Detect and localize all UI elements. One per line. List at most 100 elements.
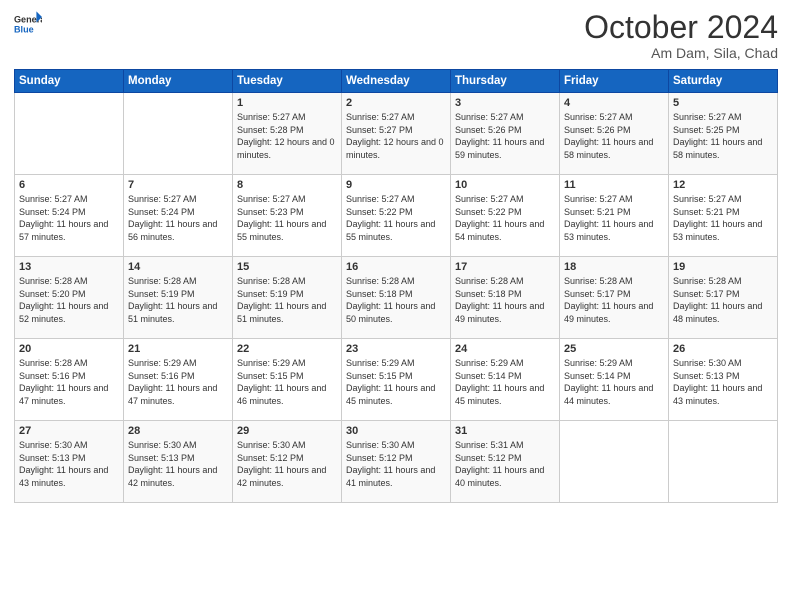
day-cell: 18 Sunrise: 5:28 AMSunset: 5:17 PMDayligh… (560, 257, 669, 339)
week-row-5: 27 Sunrise: 5:30 AMSunset: 5:13 PMDayligh… (15, 421, 778, 503)
day-info: Sunrise: 5:29 AMSunset: 5:14 PMDaylight:… (564, 357, 664, 407)
header-day-tuesday: Tuesday (233, 70, 342, 93)
header-day-wednesday: Wednesday (342, 70, 451, 93)
day-number: 18 (564, 261, 664, 273)
header: General Blue October 2024 Am Dam, Sila, … (14, 10, 778, 61)
day-info: Sunrise: 5:29 AMSunset: 5:16 PMDaylight:… (128, 357, 228, 407)
week-row-3: 13 Sunrise: 5:28 AMSunset: 5:20 PMDayligh… (15, 257, 778, 339)
day-cell: 28Sunrise: 5:30 AMSunset: 5:13 PMDayligh… (124, 421, 233, 503)
day-cell: 2Sunrise: 5:27 AMSunset: 5:27 PMDaylight… (342, 93, 451, 175)
day-number: 20 (19, 343, 119, 355)
week-row-2: 6 Sunrise: 5:27 AMSunset: 5:24 PMDaylight… (15, 175, 778, 257)
day-cell: 12Sunrise: 5:27 AMSunset: 5:21 PMDayligh… (669, 175, 778, 257)
day-info: Sunrise: 5:27 AMSunset: 5:24 PMDaylight:… (128, 193, 228, 243)
day-number: 11 (564, 179, 664, 191)
day-info: Sunrise: 5:27 AMSunset: 5:28 PMDaylight:… (237, 111, 337, 161)
day-cell (560, 421, 669, 503)
day-number: 14 (128, 261, 228, 273)
day-info: Sunrise: 5:28 AMSunset: 5:16 PMDaylight:… (19, 357, 119, 407)
day-number: 15 (237, 261, 337, 273)
day-cell: 27 Sunrise: 5:30 AMSunset: 5:13 PMDayligh… (15, 421, 124, 503)
day-cell: 8Sunrise: 5:27 AMSunset: 5:23 PMDaylight… (233, 175, 342, 257)
page: General Blue October 2024 Am Dam, Sila, … (0, 0, 792, 612)
day-cell: 19 Sunrise: 5:28 AMSunset: 5:17 PMDayligh… (669, 257, 778, 339)
day-number: 27 (19, 425, 119, 437)
day-info: Sunrise: 5:27 AMSunset: 5:22 PMDaylight:… (346, 193, 446, 243)
title-block: October 2024 Am Dam, Sila, Chad (584, 10, 778, 61)
day-number: 19 (673, 261, 773, 273)
day-info: Sunrise: 5:28 AMSunset: 5:18 PMDaylight:… (346, 275, 446, 325)
header-day-saturday: Saturday (669, 70, 778, 93)
day-cell: 3 Sunrise: 5:27 AMSunset: 5:26 PMDaylight… (451, 93, 560, 175)
day-info: Sunrise: 5:31 AMSunset: 5:12 PMDaylight:… (455, 439, 555, 489)
header-day-sunday: Sunday (15, 70, 124, 93)
day-cell: 11 Sunrise: 5:27 AMSunset: 5:21 PMDayligh… (560, 175, 669, 257)
day-info: Sunrise: 5:27 AMSunset: 5:26 PMDaylight:… (564, 111, 664, 161)
day-cell: 4 Sunrise: 5:27 AMSunset: 5:26 PMDaylight… (560, 93, 669, 175)
day-info: Sunrise: 5:30 AMSunset: 5:13 PMDaylight:… (19, 439, 119, 489)
day-cell: 15 Sunrise: 5:28 AMSunset: 5:19 PMDayligh… (233, 257, 342, 339)
day-number: 9 (346, 179, 446, 191)
logo: General Blue (14, 10, 42, 38)
day-info: Sunrise: 5:27 AMSunset: 5:22 PMDaylight:… (455, 193, 555, 243)
day-number: 25 (564, 343, 664, 355)
day-info: Sunrise: 5:28 AMSunset: 5:19 PMDaylight:… (128, 275, 228, 325)
day-cell: 25 Sunrise: 5:29 AMSunset: 5:14 PMDayligh… (560, 339, 669, 421)
day-info: Sunrise: 5:29 AMSunset: 5:14 PMDaylight:… (455, 357, 555, 407)
day-number: 26 (673, 343, 773, 355)
day-number: 21 (128, 343, 228, 355)
logo-icon: General Blue (14, 10, 42, 38)
day-info: Sunrise: 5:28 AMSunset: 5:17 PMDaylight:… (564, 275, 664, 325)
day-info: Sunrise: 5:30 AMSunset: 5:13 PMDaylight:… (673, 357, 773, 407)
day-number: 17 (455, 261, 555, 273)
week-row-4: 20 Sunrise: 5:28 AMSunset: 5:16 PMDayligh… (15, 339, 778, 421)
day-cell: 17 Sunrise: 5:28 AMSunset: 5:18 PMDayligh… (451, 257, 560, 339)
day-cell: 6Sunrise: 5:27 AMSunset: 5:24 PMDaylight… (15, 175, 124, 257)
day-number: 29 (237, 425, 337, 437)
day-cell: 30 Sunrise: 5:30 AMSunset: 5:12 PMDayligh… (342, 421, 451, 503)
header-day-friday: Friday (560, 70, 669, 93)
day-info: Sunrise: 5:28 AMSunset: 5:19 PMDaylight:… (237, 275, 337, 325)
day-cell: 16 Sunrise: 5:28 AMSunset: 5:18 PMDayligh… (342, 257, 451, 339)
day-cell: 31 Sunrise: 5:31 AMSunset: 5:12 PMDayligh… (451, 421, 560, 503)
day-info: Sunrise: 5:30 AMSunset: 5:12 PMDaylight:… (346, 439, 446, 489)
day-cell: 9 Sunrise: 5:27 AMSunset: 5:22 PMDaylight… (342, 175, 451, 257)
day-number: 6 (19, 179, 119, 191)
day-info: Sunrise: 5:30 AMSunset: 5:12 PMDaylight:… (237, 439, 337, 489)
day-cell: 20 Sunrise: 5:28 AMSunset: 5:16 PMDayligh… (15, 339, 124, 421)
day-cell: 21 Sunrise: 5:29 AMSunset: 5:16 PMDayligh… (124, 339, 233, 421)
month-year: October 2024 (584, 10, 778, 45)
header-day-monday: Monday (124, 70, 233, 93)
day-cell: 26 Sunrise: 5:30 AMSunset: 5:13 PMDayligh… (669, 339, 778, 421)
day-cell: 13 Sunrise: 5:28 AMSunset: 5:20 PMDayligh… (15, 257, 124, 339)
day-cell (15, 93, 124, 175)
day-number: 31 (455, 425, 555, 437)
day-info: Sunrise: 5:27 AMSunset: 5:25 PMDaylight:… (673, 111, 773, 161)
day-number: 22 (237, 343, 337, 355)
svg-text:Blue: Blue (14, 24, 34, 34)
day-info: Sunrise: 5:28 AMSunset: 5:20 PMDaylight:… (19, 275, 119, 325)
day-info: Sunrise: 5:27 AMSunset: 5:26 PMDaylight:… (455, 111, 555, 161)
day-number: 2 (346, 97, 446, 109)
day-number: 23 (346, 343, 446, 355)
day-cell: 24 Sunrise: 5:29 AMSunset: 5:14 PMDayligh… (451, 339, 560, 421)
day-number: 5 (673, 97, 773, 109)
header-day-thursday: Thursday (451, 70, 560, 93)
day-info: Sunrise: 5:28 AMSunset: 5:18 PMDaylight:… (455, 275, 555, 325)
day-cell: 7Sunrise: 5:27 AMSunset: 5:24 PMDaylight… (124, 175, 233, 257)
day-number: 4 (564, 97, 664, 109)
day-cell: 23Sunrise: 5:29 AMSunset: 5:15 PMDayligh… (342, 339, 451, 421)
day-info: Sunrise: 5:28 AMSunset: 5:17 PMDaylight:… (673, 275, 773, 325)
day-number: 28 (128, 425, 228, 437)
day-number: 24 (455, 343, 555, 355)
day-cell: 14 Sunrise: 5:28 AMSunset: 5:19 PMDayligh… (124, 257, 233, 339)
day-cell: 10 Sunrise: 5:27 AMSunset: 5:22 PMDayligh… (451, 175, 560, 257)
day-number: 3 (455, 97, 555, 109)
day-number: 30 (346, 425, 446, 437)
day-number: 16 (346, 261, 446, 273)
day-cell: 29 Sunrise: 5:30 AMSunset: 5:12 PMDayligh… (233, 421, 342, 503)
day-number: 13 (19, 261, 119, 273)
day-cell (124, 93, 233, 175)
day-info: Sunrise: 5:27 AMSunset: 5:21 PMDaylight:… (564, 193, 664, 243)
day-number: 10 (455, 179, 555, 191)
